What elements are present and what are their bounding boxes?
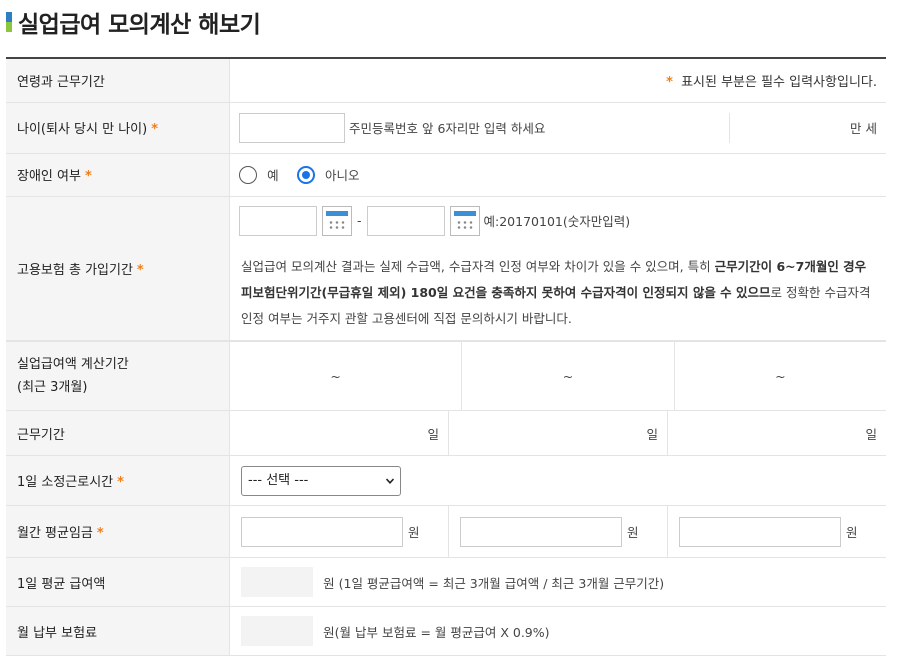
calc-period-sublabel: (최근 3개월)	[17, 380, 88, 395]
daily-average-row: 1일 평균 급여액 원 (1일 평균급여액 = 최근 3개월 급여액 / 최근 …	[6, 557, 886, 607]
work-period-label: 근무기간	[6, 410, 230, 456]
daily-hours-label: 1일 소정근로시간	[17, 475, 114, 490]
work-days-3: 일	[667, 411, 886, 455]
wage-input-2[interactable]	[460, 516, 622, 547]
insurance-label: 고용보험 총 가입기간	[17, 262, 133, 278]
radio-no-label: 아니오	[324, 168, 360, 183]
monthly-wage-label: 월간 평균임금	[17, 526, 93, 541]
age-label: 나이(퇴사 당시 만 나이)	[17, 122, 148, 137]
age-value-cell: 주민등록번호 앞 6자리만 입력 하세요 만 세	[229, 102, 886, 154]
calc-period-label: 실업급여액 계산기간	[17, 357, 129, 372]
required-notice: * 표시된 부분은 필수 입력사항입니다.	[229, 57, 886, 103]
required-note: 표시된 부분은 필수 입력사항입니다.	[681, 74, 877, 90]
daily-hours-selected: --- 선택 ---	[248, 472, 309, 488]
daily-hours-row: 1일 소정근로시간 * --- 선택 ---	[6, 455, 886, 506]
work-period-row: 근무기간 일 일 일	[6, 410, 886, 456]
monthly-premium-row: 월 납부 보험료 원(월 납부 보험료 = 월 평균급여 X 0.9%)	[6, 606, 886, 656]
radio-yes[interactable]	[239, 165, 257, 184]
daily-average-label: 1일 평균 급여액	[6, 557, 230, 607]
section-header: 연령과 근무기간	[6, 57, 230, 103]
wage-unit-1: 원	[408, 525, 420, 540]
wage-unit-3: 원	[846, 525, 858, 540]
period-3: ~	[673, 342, 886, 410]
work-period-values: 일 일 일	[229, 410, 886, 456]
age-input[interactable]	[239, 112, 345, 143]
daily-hours-label-cell: 1일 소정근로시간 *	[6, 455, 230, 506]
required-mark: *	[84, 169, 92, 184]
required-mark: *	[666, 74, 673, 90]
monthly-premium-label: 월 납부 보험료	[6, 606, 230, 656]
chevron-down-icon	[386, 477, 394, 484]
disabled-row: 장애인 여부 * 예 아니오	[6, 153, 886, 197]
note-text: 실업급여 모의계산 결과는 실제 수급액, 수급자격 인정 여부와 차이가 있을…	[241, 258, 715, 274]
insurance-row: 고용보험 총 가입기간 * - 예:20170101(숫자만입력) 실업급여 모의…	[6, 196, 886, 342]
radio-no[interactable]	[296, 165, 315, 184]
insurance-label-cell: 고용보험 총 가입기간 *	[6, 196, 230, 342]
monthly-wage-row: 월간 평균임금 * 원 원 원	[6, 505, 886, 558]
age-label-cell: 나이(퇴사 당시 만 나이) *	[6, 102, 230, 154]
calculator-form: 연령과 근무기간 * 표시된 부분은 필수 입력사항입니다. 나이(퇴사 당시 …	[6, 57, 886, 656]
daily-average-cell: 원 (1일 평균급여액 = 최근 3개월 급여액 / 최근 3개월 근무기간)	[229, 557, 886, 607]
monthly-wage-values: 원 원 원	[229, 505, 886, 558]
monthly-premium-value	[241, 616, 313, 646]
daily-hours-select[interactable]: --- 선택 ---	[241, 465, 401, 496]
disabled-options: 예 아니오	[229, 153, 886, 197]
calendar-icon[interactable]	[322, 205, 352, 236]
title-accent-bar	[6, 12, 12, 32]
required-mark: *	[151, 122, 158, 137]
start-date-input[interactable]	[239, 205, 317, 236]
monthly-premium-formula: 원(월 납부 보험료 = 월 평균급여 X 0.9%)	[323, 624, 550, 640]
calendar-icon[interactable]	[449, 205, 480, 236]
required-mark: *	[136, 262, 144, 278]
daily-average-value	[241, 567, 313, 597]
radio-yes-label: 예	[267, 168, 279, 183]
monthly-wage-label-cell: 월간 평균임금 *	[6, 505, 230, 558]
date-example: 예:20170101(숫자만입력)	[483, 214, 631, 229]
wage-input-3[interactable]	[679, 516, 841, 547]
calc-period-row: 실업급여액 계산기간 (최근 3개월) ~ ~ ~	[6, 340, 886, 411]
wage-unit-2: 원	[627, 525, 639, 540]
daily-average-formula: 원 (1일 평균급여액 = 최근 3개월 급여액 / 최근 3개월 근무기간)	[323, 575, 665, 591]
date-dash: -	[357, 213, 362, 228]
disabled-label: 장애인 여부	[17, 169, 81, 184]
work-days-2: 일	[448, 411, 667, 455]
age-hint: 주민등록번호 앞 6자리만 입력 하세요	[349, 121, 546, 136]
calc-period-values: ~ ~ ~	[229, 340, 886, 411]
period-2: ~	[461, 342, 673, 410]
section-header-row: 연령과 근무기간 * 표시된 부분은 필수 입력사항입니다.	[6, 57, 886, 103]
required-mark: *	[117, 475, 124, 490]
daily-hours-cell: --- 선택 ---	[229, 455, 886, 506]
disabled-label-cell: 장애인 여부 *	[6, 153, 230, 197]
age-row: 나이(퇴사 당시 만 나이) * 주민등록번호 앞 6자리만 입력 하세요 만 세	[6, 102, 886, 154]
monthly-premium-cell: 원(월 납부 보험료 = 월 평균급여 X 0.9%)	[229, 606, 886, 656]
page-header: 실업급여 모의계산 해보기	[6, 4, 261, 40]
page-title: 실업급여 모의계산 해보기	[18, 12, 261, 38]
end-date-input[interactable]	[366, 205, 445, 236]
calc-period-label-cell: 실업급여액 계산기간 (최근 3개월)	[6, 340, 230, 411]
required-mark: *	[96, 526, 104, 541]
period-1: ~	[330, 368, 341, 384]
insurance-note: 실업급여 모의계산 결과는 실제 수급액, 수급자격 인정 여부와 차이가 있을…	[230, 254, 886, 332]
wage-input-1[interactable]	[241, 516, 403, 547]
insurance-value-cell: - 예:20170101(숫자만입력) 실업급여 모의계산 결과는 실제 수급액…	[229, 196, 886, 342]
work-days-1: 일	[427, 426, 439, 442]
age-unit: 만 세	[850, 121, 877, 136]
